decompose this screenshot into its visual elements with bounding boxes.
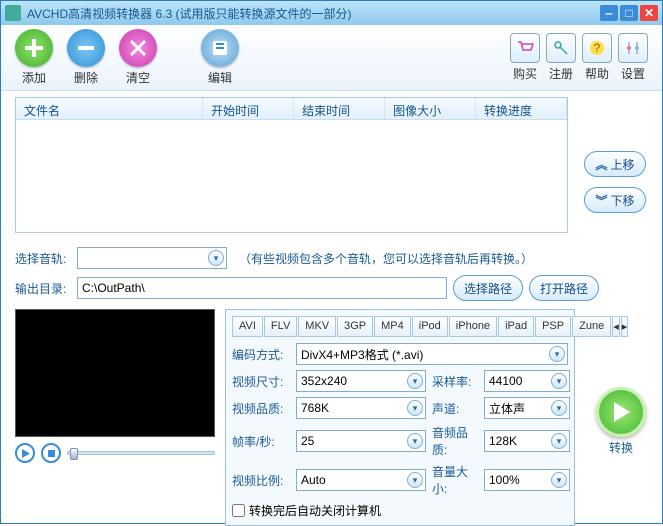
shutdown-label: 转换完后自动关闭计算机 — [249, 502, 381, 519]
seek-slider[interactable] — [67, 451, 215, 455]
play-button[interactable] — [15, 443, 35, 463]
dropdown-icon[interactable]: ▾ — [551, 373, 567, 389]
x-icon — [127, 37, 149, 59]
ratio-select[interactable]: Auto▾ — [296, 469, 426, 491]
chevron-down-icon: ︾ — [595, 192, 607, 209]
output-dir-input[interactable] — [77, 277, 447, 299]
dropdown-icon[interactable]: ▾ — [407, 433, 423, 449]
dropdown-icon[interactable]: ▾ — [407, 400, 423, 416]
clear-button[interactable]: 清空 — [119, 29, 157, 86]
edit-icon — [209, 37, 231, 59]
tab-mkv[interactable]: MKV — [298, 316, 336, 337]
format-tabs: AVI FLV MKV 3GP MP4 iPod iPhone iPad PSP… — [232, 316, 568, 337]
video-quality-select[interactable]: 768K▾ — [296, 397, 426, 419]
samplerate-select[interactable]: 44100▾ — [484, 370, 570, 392]
dropdown-icon[interactable]: ▾ — [407, 472, 423, 488]
fps-select[interactable]: 25▾ — [296, 430, 426, 452]
col-start[interactable]: 开始时间 — [203, 98, 294, 119]
app-icon — [5, 5, 21, 21]
audio-track-label: 选择音轨: — [15, 250, 71, 267]
audio-quality-select[interactable]: 128K▾ — [484, 430, 570, 452]
move-up-button[interactable]: ︽上移 — [584, 151, 646, 177]
dropdown-icon[interactable]: ▾ — [551, 400, 567, 416]
video-size-select[interactable]: 352x240▾ — [296, 370, 426, 392]
svg-text:?: ? — [594, 41, 601, 55]
close-button[interactable]: ✕ — [640, 5, 658, 21]
tab-flv[interactable]: FLV — [264, 316, 297, 337]
tab-3gp[interactable]: 3GP — [337, 316, 373, 337]
tab-avi[interactable]: AVI — [232, 316, 263, 337]
col-filename[interactable]: 文件名 — [16, 98, 203, 119]
slider-thumb[interactable] — [70, 448, 78, 460]
help-button[interactable]: ?帮助 — [582, 33, 612, 82]
play-icon — [609, 400, 633, 424]
play-icon — [21, 449, 30, 458]
key-icon — [552, 39, 570, 57]
encoder-select[interactable]: DivX4+MP3格式 (*.avi)▾ — [296, 343, 568, 365]
dropdown-icon[interactable]: ▾ — [549, 346, 565, 362]
tab-iphone[interactable]: iPhone — [449, 316, 497, 337]
minus-icon — [75, 37, 97, 59]
chevron-up-icon: ︽ — [595, 156, 607, 173]
file-table[interactable]: 文件名 开始时间 结束时间 图像大小 转换进度 — [15, 97, 568, 233]
audio-track-select[interactable]: ▾ — [77, 247, 227, 269]
video-preview — [15, 309, 215, 437]
gear-icon — [624, 39, 642, 57]
browse-button[interactable]: 选择路径 — [453, 275, 523, 301]
audio-note: （有些视频包含多个音轨，您可以选择音轨后再转换。） — [239, 250, 533, 267]
buy-button[interactable]: 购买 — [510, 33, 540, 82]
tab-psp[interactable]: PSP — [535, 316, 571, 337]
dropdown-icon[interactable]: ▾ — [551, 472, 567, 488]
delete-button[interactable]: 删除 — [67, 29, 105, 86]
tab-ipad[interactable]: iPad — [498, 316, 534, 337]
volume-select[interactable]: 100%▾ — [484, 469, 570, 491]
window-title: AVCHD高清视频转换器 6.3 (试用版只能转换源文件的一部分) — [27, 5, 600, 22]
open-path-button[interactable]: 打开路径 — [529, 275, 599, 301]
edit-button[interactable]: 编辑 — [201, 29, 239, 86]
channel-select[interactable]: 立体声▾ — [484, 397, 570, 419]
col-size[interactable]: 图像大小 — [385, 98, 476, 119]
tab-ipod[interactable]: iPod — [412, 316, 448, 337]
add-button[interactable]: 添加 — [15, 29, 53, 86]
register-button[interactable]: 注册 — [546, 33, 576, 82]
help-icon: ? — [588, 39, 606, 57]
minimize-button[interactable]: ‒ — [600, 5, 618, 21]
stop-icon — [47, 449, 56, 458]
col-end[interactable]: 结束时间 — [294, 98, 385, 119]
table-body — [16, 120, 567, 232]
col-progress[interactable]: 转换进度 — [476, 98, 567, 119]
output-dir-label: 输出目录: — [15, 280, 71, 297]
tab-mp4[interactable]: MP4 — [374, 316, 411, 337]
plus-icon — [23, 37, 45, 59]
dropdown-icon[interactable]: ▾ — [407, 373, 423, 389]
convert-button[interactable]: 转换 — [596, 387, 646, 456]
dropdown-icon[interactable]: ▾ — [551, 433, 567, 449]
stop-button[interactable] — [41, 443, 61, 463]
shutdown-checkbox[interactable] — [232, 504, 245, 517]
maximize-button[interactable]: □ — [620, 5, 638, 21]
move-down-button[interactable]: ︾下移 — [584, 187, 646, 213]
dropdown-icon[interactable]: ▾ — [208, 250, 224, 266]
settings-button[interactable]: 设置 — [618, 33, 648, 82]
cart-icon — [516, 39, 534, 57]
